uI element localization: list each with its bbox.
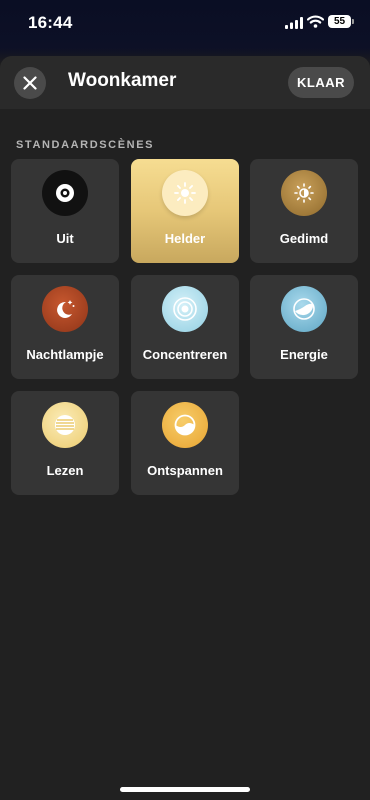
scene-sheet: Woonkamer KLAAR STANDAARDSCÈNES Uit Held… — [0, 56, 370, 800]
moon-stars-icon — [42, 286, 88, 332]
battery-indicator: 55 — [328, 15, 351, 28]
close-icon — [23, 76, 37, 90]
scene-label: Uit — [56, 231, 74, 246]
close-button[interactable] — [14, 67, 46, 99]
scene-tile-ontspannen[interactable]: Ontspannen — [131, 391, 239, 495]
sun-icon — [162, 170, 208, 216]
power-off-icon — [42, 170, 88, 216]
battery-tip — [352, 19, 354, 24]
scene-label: Helder — [164, 231, 206, 246]
screen: 16:44 55 Woonkamer KLAAR STANDAARDSCÈNES… — [0, 0, 370, 800]
status-time: 16:44 — [28, 13, 73, 32]
scene-tile-lezen[interactable]: Lezen — [11, 391, 119, 495]
scene-tile-gedimd[interactable]: Gedimd — [250, 159, 358, 263]
dim-sun-icon — [281, 170, 327, 216]
home-indicator[interactable] — [120, 787, 250, 792]
scene-label: Lezen — [46, 463, 84, 478]
status-bar: 16:44 55 — [0, 0, 370, 46]
concentric-circles-icon — [162, 286, 208, 332]
scene-label: Concentreren — [142, 347, 228, 362]
scene-tile-energie[interactable]: Energie — [250, 275, 358, 379]
scene-tile-helder[interactable]: Helder — [131, 159, 239, 263]
scene-label: Energie — [280, 347, 328, 362]
section-label: STANDAARDSCÈNES — [16, 139, 155, 151]
scene-tile-nachtlampje[interactable]: Nachtlampje — [11, 275, 119, 379]
done-button[interactable]: KLAAR — [288, 67, 354, 98]
wifi-icon — [306, 15, 325, 33]
scene-tile-concentreren[interactable]: Concentreren — [131, 275, 239, 379]
page-title: Woonkamer — [68, 70, 177, 91]
half-circle-icon — [162, 402, 208, 448]
scene-label: Ontspannen — [147, 463, 223, 478]
sheet-header: Woonkamer KLAAR — [0, 56, 370, 109]
scene-label: Nachtlampje — [26, 347, 104, 362]
scene-label: Gedimd — [279, 231, 329, 246]
scene-tile-uit[interactable]: Uit — [11, 159, 119, 263]
lines-icon — [42, 402, 88, 448]
energy-icon — [281, 286, 327, 332]
signal-icon — [285, 16, 303, 34]
